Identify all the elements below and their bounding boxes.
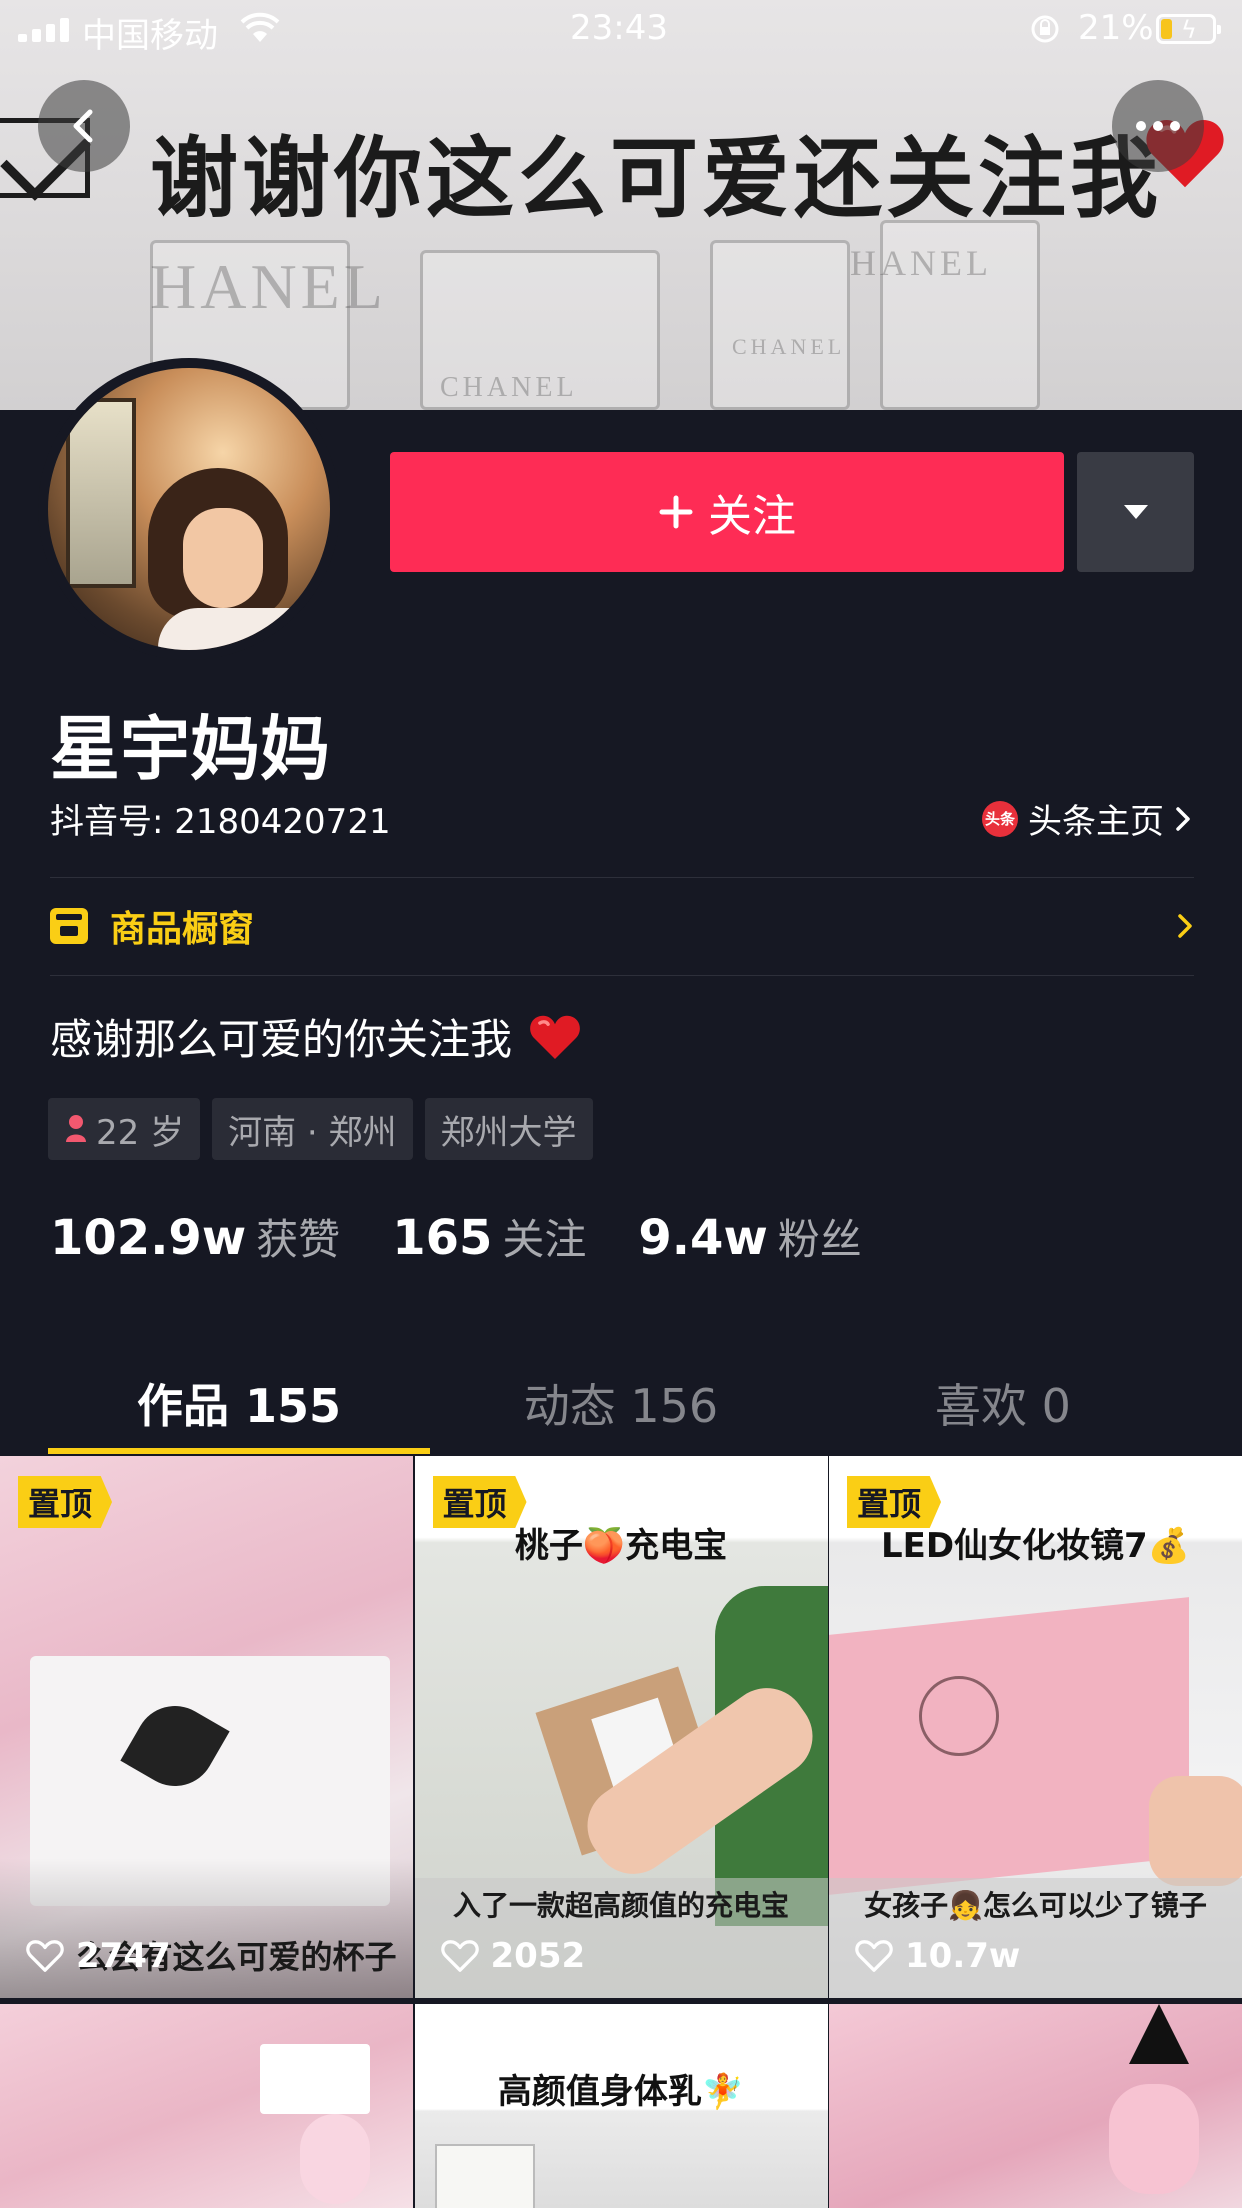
profile-cover: HANEL CHANEL HANEL CHANEL 谢谢你这么可爱还关注我 — [0, 0, 1242, 410]
cover-brand-text: HANEL — [150, 251, 387, 322]
chevron-right-icon — [1176, 806, 1190, 831]
heart-outline-icon — [855, 1940, 893, 1972]
stat-label: 关注 — [502, 1215, 587, 1264]
cover-brand-text: CHANEL — [732, 334, 846, 359]
cover-title: 谢谢你这么可爱还关注我 — [150, 127, 1163, 230]
tab-likes[interactable]: 喜欢 0 — [812, 1350, 1194, 1454]
stat-following[interactable]: 165 关注 — [392, 1206, 586, 1267]
shop-icon — [50, 908, 88, 944]
profile-tags: 22 岁 河南 · 郑州 郑州大学 — [48, 1098, 593, 1160]
stat-followers[interactable]: 9.4w 粉丝 — [638, 1206, 861, 1267]
chevron-right-icon — [1178, 914, 1192, 938]
tag-age: 22 岁 — [48, 1098, 201, 1160]
video-caption: 入了一款超高颜值的充电宝 — [452, 1889, 789, 1922]
mirror-outline-shape — [919, 1676, 999, 1756]
battery-icon: ϟ — [1156, 14, 1221, 44]
follow-button[interactable]: 关注 — [390, 452, 1064, 572]
bio-text: 感谢那么可爱的你关注我 — [50, 1015, 513, 1064]
stat-value: 102.9w — [50, 1210, 247, 1266]
cover-brand-text: CHANEL — [440, 372, 578, 403]
battery-percent: 21% — [1078, 8, 1154, 48]
stat-value: 9.4w — [638, 1210, 768, 1266]
video-caption: 女孩子👧怎么可以少了镜子 — [864, 1889, 1207, 1922]
avatar-image — [48, 368, 330, 650]
video-grid: 置顶 么会有这么可爱的杯子 2747 置顶 桃子🍑充电宝 入了一款超高颜值的充电… — [0, 1456, 1242, 2208]
video-thumbnail[interactable] — [829, 2004, 1242, 2208]
video-thumbnail[interactable]: 置顶 么会有这么可爱的杯子 2747 — [0, 1456, 413, 1998]
wifi-icon — [240, 12, 280, 42]
follow-button-label: 关注 — [708, 491, 796, 542]
tag-label: 郑州大学 — [440, 1112, 577, 1153]
toutiao-homepage-link[interactable]: 头条 头条主页 — [982, 794, 1192, 843]
tag-location: 河南 · 郑州 — [212, 1098, 413, 1160]
video-thumbnail[interactable]: 置顶 LED仙女化妆镜7💰 女孩子👧怎么可以少了镜子 10.7w — [829, 1456, 1242, 1998]
status-bar: 中国移动 23:43 21% ϟ — [0, 0, 1242, 60]
video-likes: 2747 — [26, 1936, 171, 1976]
toutiao-link-label: 头条主页 — [1028, 802, 1164, 842]
stat-likes: 102.9w 获赞 — [50, 1206, 340, 1267]
back-button[interactable] — [38, 80, 130, 172]
toutiao-icon: 头条 — [982, 800, 1018, 837]
plus-icon — [659, 495, 693, 529]
video-likes-count: 2747 — [76, 1936, 171, 1976]
female-icon — [66, 1115, 86, 1142]
tag-school: 郑州大学 — [424, 1098, 593, 1160]
product-showcase-label: 商品橱窗 — [110, 909, 255, 950]
heart-outline-icon — [26, 1940, 64, 1972]
video-title: LED仙女化妆镜7💰 — [880, 1526, 1191, 1566]
stat-label: 粉丝 — [777, 1215, 862, 1264]
status-time: 23:43 — [570, 8, 668, 48]
hand-shape — [1149, 1776, 1242, 1886]
video-thumbnail[interactable]: 置顶 桃子🍑充电宝 入了一款超高颜值的充电宝 2052 — [414, 1456, 828, 1998]
divider — [50, 975, 1194, 976]
rotation-lock-icon — [1031, 15, 1059, 43]
caret-down-icon — [1123, 505, 1148, 519]
heart-icon — [530, 1015, 580, 1059]
video-likes: 10.7w — [855, 1936, 1020, 1976]
video-title: 桃子🍑充电宝 — [514, 1526, 728, 1566]
tab-works[interactable]: 作品 155 — [48, 1350, 430, 1454]
profile-stats: 102.9w 获赞 165 关注 9.4w 粉丝 — [50, 1206, 914, 1267]
cover-decoration — [710, 240, 850, 410]
nickname: 星宇妈妈 — [50, 708, 330, 790]
pinned-badge: 置顶 — [18, 1476, 113, 1528]
stat-value: 165 — [392, 1210, 493, 1266]
mirror-box-shape — [829, 1597, 1189, 1895]
video-title: 高颜值身体乳🧚 — [497, 2072, 745, 2112]
douyin-id: 抖音号: 2180420721 — [50, 802, 391, 842]
recommend-dropdown-button[interactable] — [1077, 452, 1194, 572]
cover-brand-text: HANEL — [850, 243, 992, 283]
signal-icon — [18, 18, 69, 42]
video-likes-count: 10.7w — [905, 1936, 1021, 1976]
video-thumbnail[interactable]: 高颜值身体乳🧚 — [414, 2004, 828, 2208]
tag-label: 河南 · 郑州 — [228, 1112, 397, 1153]
chevron-left-icon — [73, 109, 93, 143]
stat-label: 获赞 — [256, 1215, 341, 1264]
video-thumbnail[interactable] — [0, 2004, 413, 2208]
carrier-name: 中国移动 — [82, 16, 218, 56]
video-likes-count: 2052 — [490, 1936, 586, 1976]
product-showcase-row[interactable]: 商品橱窗 — [50, 878, 1194, 974]
content-tabs: 作品 155 动态 156 喜欢 0 — [48, 1350, 1194, 1454]
bio: 感谢那么可爱的你关注我 — [50, 1006, 584, 1067]
more-dots-icon — [1136, 121, 1180, 131]
tag-label: 22 岁 — [96, 1112, 185, 1153]
video-likes: 2052 — [440, 1936, 586, 1976]
tab-activity[interactable]: 动态 156 — [430, 1350, 812, 1454]
avatar[interactable] — [38, 358, 340, 660]
heart-outline-icon — [440, 1940, 479, 1972]
more-button[interactable] — [1112, 80, 1204, 172]
